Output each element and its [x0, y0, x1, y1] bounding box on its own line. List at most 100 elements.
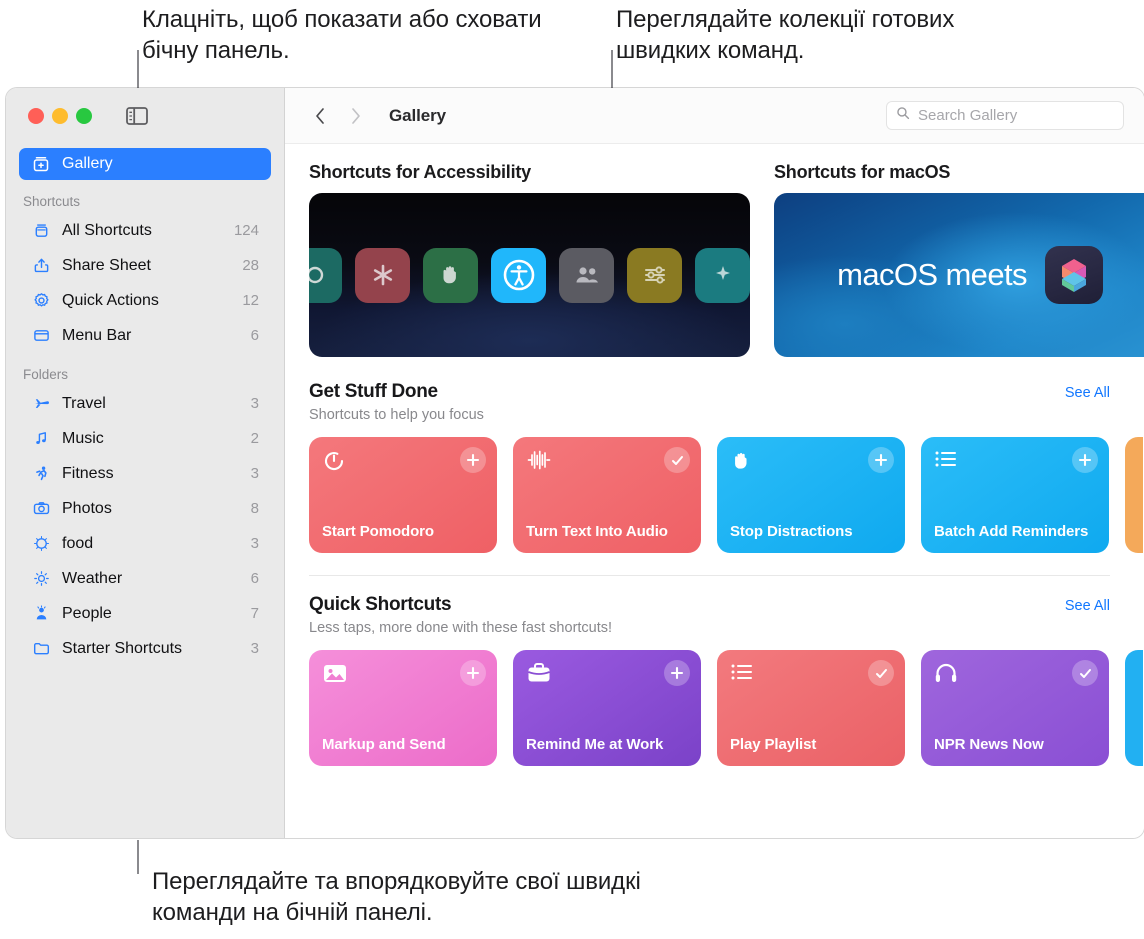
shortcut-card-label: Play Playlist — [730, 735, 817, 753]
added-check-badge[interactable] — [664, 447, 690, 473]
sidebar-group-title-folders: Folders — [23, 367, 69, 382]
banner-shortcuts-for-macos[interactable]: macOS meets — [774, 193, 1144, 357]
shortcut-card-remind-me-at-work[interactable]: Remind Me at Work — [513, 650, 701, 766]
banner-macos-col: Shortcuts for macOS macOS meets — [774, 162, 1144, 357]
shortcut-card-row: Markup and Send Remind Me at Work Play P… — [309, 650, 1144, 766]
shortcut-card-markup-and-send[interactable]: Markup and Send — [309, 650, 497, 766]
menubar-icon — [31, 326, 51, 346]
added-check-badge[interactable] — [868, 660, 894, 686]
camera-icon — [31, 499, 51, 519]
shortcut-card-stop-distractions[interactable]: Stop Distractions — [717, 437, 905, 553]
shortcut-card-partial[interactable] — [1125, 650, 1143, 766]
shortcut-card-label: Turn Text Into Audio — [526, 522, 668, 540]
titlebar — [6, 88, 284, 144]
add-shortcut-button[interactable] — [868, 447, 894, 473]
minimize-button[interactable] — [52, 108, 68, 124]
sidebar-item-photos[interactable]: Photos 8 — [6, 491, 284, 526]
sidebar-item-food[interactable]: food 3 — [6, 526, 284, 561]
banner-shortcuts-for-accessibility[interactable] — [309, 193, 750, 357]
sidebar-item-count: 6 — [250, 327, 259, 344]
share-icon — [31, 256, 51, 276]
sidebar-item-label: food — [62, 534, 94, 552]
shortcuts-stack-icon — [31, 221, 51, 241]
annotation-sidebar: Переглядайте та впорядковуйте свої швидк… — [152, 868, 641, 927]
banner-title: Shortcuts for macOS — [774, 162, 951, 182]
search-placeholder: Search Gallery — [918, 107, 1018, 124]
sidebar-item-label: Photos — [62, 499, 112, 517]
add-shortcut-button[interactable] — [1072, 447, 1098, 473]
forward-button[interactable] — [345, 103, 367, 129]
headphones-icon — [934, 662, 960, 688]
shortcut-card-label: NPR News Now — [934, 735, 1044, 753]
sidebar-item-label: Gallery — [62, 155, 113, 172]
see-all-link[interactable]: See All — [1065, 598, 1110, 614]
sidebar-item-fitness[interactable]: Fitness 3 — [6, 456, 284, 491]
back-button[interactable] — [309, 103, 331, 129]
sidebar-item-gallery[interactable]: Gallery — [19, 148, 271, 180]
hand-raised-icon — [730, 449, 756, 475]
sidebar-item-count: 2 — [250, 430, 259, 447]
shortcut-card-batch-add-reminders[interactable]: Batch Add Reminders — [921, 437, 1109, 553]
gallery-scroll-area[interactable]: Shortcuts for Accessibility Shortcuts fo… — [285, 144, 1144, 838]
section-divider — [309, 575, 1110, 576]
sidebar-item-weather[interactable]: Weather 6 — [6, 561, 284, 596]
add-shortcut-button[interactable] — [460, 660, 486, 686]
sparkle-circle-icon — [31, 534, 51, 554]
section-subtitle: Shortcuts to help you focus — [309, 407, 484, 423]
section-header: Get Stuff Done See All — [309, 381, 1144, 403]
shortcut-card-turn-text-into-audio[interactable]: Turn Text Into Audio — [513, 437, 701, 553]
shortcut-card-row: Start Pomodoro Turn Text Into Audio Stop… — [309, 437, 1144, 553]
added-check-badge[interactable] — [1072, 660, 1098, 686]
photo-icon — [322, 662, 348, 688]
running-icon — [31, 464, 51, 484]
gallery-icon — [31, 154, 51, 174]
shortcut-card-start-pomodoro[interactable]: Start Pomodoro — [309, 437, 497, 553]
sidebar-item-music[interactable]: Music 2 — [6, 421, 284, 456]
sidebar-item-count: 28 — [242, 257, 259, 274]
add-shortcut-button[interactable] — [460, 447, 486, 473]
accessibility-app-icon — [491, 247, 546, 303]
traffic-lights — [20, 108, 92, 124]
sidebar-item-travel[interactable]: Travel 3 — [6, 386, 284, 421]
shortcut-card-label: Markup and Send — [322, 735, 446, 753]
sidebar-item-count: 8 — [250, 500, 259, 517]
accessibility-app-icons — [309, 247, 750, 303]
content-area: Gallery Search Gallery Shortcuts for Acc… — [285, 88, 1144, 838]
sidebar-group-title-shortcuts: Shortcuts — [23, 194, 81, 209]
sidebar-item-share-sheet[interactable]: Share Sheet 28 — [6, 248, 284, 283]
shortcut-card-play-playlist[interactable]: Play Playlist — [717, 650, 905, 766]
person-icon — [31, 604, 51, 624]
hand-app-icon — [423, 247, 478, 303]
sidebar-item-label: Music — [62, 429, 104, 447]
section-title: Get Stuff Done — [309, 381, 438, 402]
sidebar-item-starter-shortcuts[interactable]: Starter Shortcuts 3 — [6, 631, 284, 666]
settings-sliders-app-icon — [627, 247, 682, 303]
music-note-icon — [31, 429, 51, 449]
annotation-gallery: Переглядайте колекції готових швидких ко… — [616, 6, 955, 65]
section-quick-shortcuts: Quick Shortcuts See All Less taps, more … — [285, 594, 1144, 766]
sidebar-item-label: All Shortcuts — [62, 221, 152, 239]
add-shortcut-button[interactable] — [664, 660, 690, 686]
sidebar-item-quick-actions[interactable]: Quick Actions 12 — [6, 283, 284, 318]
annotation-sidebar-toggle: Клацніть, щоб показати або сховати бічну… — [142, 6, 542, 65]
close-button[interactable] — [28, 108, 44, 124]
section-title: Quick Shortcuts — [309, 594, 452, 615]
sidebar-item-count: 3 — [250, 640, 259, 657]
search-input[interactable]: Search Gallery — [886, 101, 1124, 130]
sidebar-toggle-icon[interactable] — [122, 103, 152, 129]
zoom-button[interactable] — [76, 108, 92, 124]
see-all-link[interactable]: See All — [1065, 385, 1110, 401]
shortcuts-window: Gallery Shortcuts All Shortcuts 124 Shar… — [6, 88, 1144, 838]
featured-banner-row: Shortcuts for Accessibility Shortcuts fo… — [285, 162, 1144, 357]
assistive-access-app-icon — [355, 247, 410, 303]
shortcut-card-partial[interactable] — [1125, 437, 1143, 553]
sidebar-item-menu-bar[interactable]: Menu Bar 6 — [6, 318, 284, 353]
sidebar-item-people[interactable]: People 7 — [6, 596, 284, 631]
list-icon — [730, 662, 756, 688]
sidebar-item-count: 6 — [250, 570, 259, 587]
sparkle-app-icon — [695, 247, 750, 303]
sidebar-item-all-shortcuts[interactable]: All Shortcuts 124 — [6, 213, 284, 248]
sun-icon — [31, 569, 51, 589]
list-icon — [934, 449, 960, 475]
shortcut-card-npr-news-now[interactable]: NPR News Now — [921, 650, 1109, 766]
